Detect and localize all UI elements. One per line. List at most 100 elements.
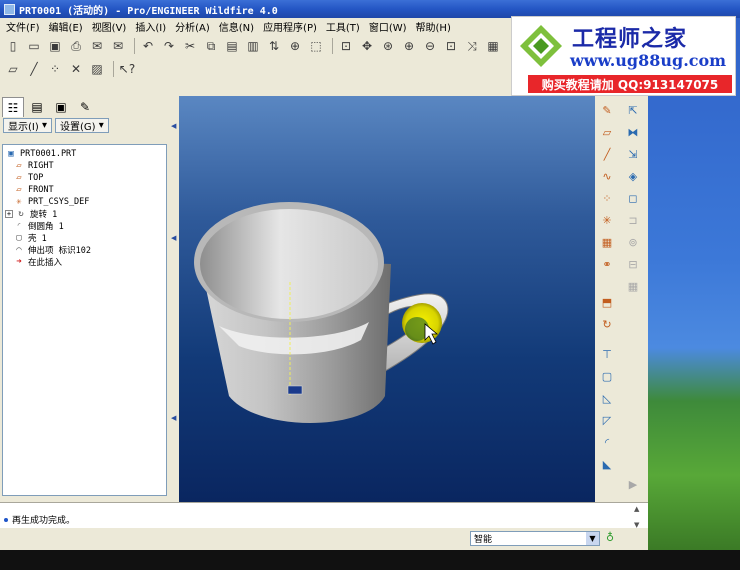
copy-icon[interactable]: ⧉	[202, 37, 220, 55]
analysis-tool-icon[interactable]: ▦	[599, 234, 615, 250]
datum-point-tool-icon[interactable]: ⁘	[599, 190, 615, 206]
zoom-out-icon[interactable]: ⊖	[421, 37, 439, 55]
sketch-tool-icon[interactable]: ✎	[599, 102, 615, 118]
print-icon[interactable]: ⎙	[67, 37, 85, 55]
saved-views-icon[interactable]: ▦	[484, 37, 502, 55]
extend-tool-icon[interactable]: ⇲	[625, 146, 641, 162]
graphics-window[interactable]	[179, 96, 595, 502]
extrude-tool-icon[interactable]: ⬒	[599, 294, 615, 310]
menu-view[interactable]: 视图(V)	[90, 19, 134, 34]
menu-file[interactable]: 文件(F)	[4, 19, 47, 34]
collapse-arrow-icon[interactable]: ◀	[171, 234, 176, 242]
model-tree-tab[interactable]: ☷	[2, 97, 24, 117]
round-tool-icon[interactable]: ◜	[599, 434, 615, 450]
favorites-tab[interactable]: ▣	[50, 97, 72, 117]
expand-toggle[interactable]: +	[5, 210, 13, 218]
taskbar	[0, 550, 740, 570]
show-dropdown[interactable]: 显示(I) ▾	[3, 118, 52, 133]
panel-splitter[interactable]: ◀ ◀ ◀	[170, 94, 178, 500]
selection-box-icon[interactable]: ⬚	[307, 37, 325, 55]
settings-label: 设置(G)	[59, 122, 96, 133]
csys-tool-icon[interactable]: ✳	[599, 212, 615, 228]
thicken-tool-icon[interactable]: ▦	[625, 278, 641, 294]
collapse-arrow-icon[interactable]: ◀	[171, 122, 176, 130]
menu-window[interactable]: 窗口(W)	[367, 19, 414, 34]
tree-item-protrusion[interactable]: ⌒ 伸出项 标识102	[5, 244, 164, 256]
tree-item-front[interactable]: ▱ FRONT	[5, 184, 164, 196]
menu-insert[interactable]: 插入(I)	[133, 19, 173, 34]
tree-item-csys[interactable]: ✳ PRT_CSYS_DEF	[5, 196, 164, 208]
solidify-tool-icon[interactable]: ⊟	[625, 256, 641, 272]
regenerate-icon[interactable]: ⇅	[265, 37, 283, 55]
menu-edit[interactable]: 编辑(E)	[47, 19, 90, 34]
shell-tool-icon[interactable]: ▢	[599, 368, 615, 384]
tree-item-insert-here[interactable]: ➜ 在此插入	[5, 256, 164, 268]
menu-help[interactable]: 帮助(H)	[414, 19, 458, 34]
collapse-arrow-icon[interactable]: ▶	[625, 476, 641, 492]
tree-item-label: 壳 1	[28, 234, 47, 244]
tree-item-right[interactable]: ▱ RIGHT	[5, 160, 164, 172]
navigator-tabs: ☷ ▤ ▣ ✎	[2, 96, 172, 118]
draft-tool-icon[interactable]: ◸	[599, 412, 615, 428]
datum-planes-display-icon[interactable]: ▱	[4, 60, 22, 78]
spin-center-icon[interactable]: ✥	[358, 37, 376, 55]
merge-tool-icon[interactable]: ⊚	[625, 234, 641, 250]
logo-mark-icon	[520, 25, 562, 67]
collapse-arrow-icon[interactable]: ◀	[171, 414, 176, 422]
hole-tool-icon[interactable]: ⊤	[599, 346, 615, 362]
network-tool-icon[interactable]: ⚭	[599, 256, 615, 272]
tree-item-shell[interactable]: ▢ 壳 1	[5, 232, 164, 244]
save-icon[interactable]: ▣	[46, 37, 64, 55]
annotation-display-icon[interactable]: ▨	[88, 60, 106, 78]
folder-browser-tab[interactable]: ▤	[26, 97, 48, 117]
cup-model-view[interactable]	[179, 96, 595, 502]
redo-icon[interactable]: ↷	[160, 37, 178, 55]
orient-mode-icon[interactable]: ⊛	[379, 37, 397, 55]
trim-tool-icon[interactable]: ⊐	[625, 212, 641, 228]
datum-axes-display-icon[interactable]: ╱	[25, 60, 43, 78]
menu-analysis[interactable]: 分析(A)	[173, 19, 217, 34]
tree-item-top[interactable]: ▱ TOP	[5, 172, 164, 184]
undo-icon[interactable]: ↶	[139, 37, 157, 55]
menu-info[interactable]: 信息(N)	[217, 19, 261, 34]
move-tool-icon[interactable]: ⇱	[625, 102, 641, 118]
email-icon[interactable]: ✉	[88, 37, 106, 55]
mirror-tool-icon[interactable]: ⧓	[625, 124, 641, 140]
tree-item-revolve[interactable]: + ↻ 旋转 1	[5, 208, 164, 220]
email-link-icon[interactable]: ✉	[109, 37, 127, 55]
revolve-tool-icon[interactable]: ↻	[599, 316, 615, 332]
datum-axis-tool-icon[interactable]: ╱	[599, 146, 615, 162]
tree-item-round[interactable]: ◜ 倒圆角 1	[5, 220, 164, 232]
datum-plane-tool-icon[interactable]: ▱	[599, 124, 615, 140]
intersect-tool-icon[interactable]: ◻	[625, 190, 641, 206]
logo-title: 工程师之家	[572, 26, 688, 52]
refit-icon[interactable]: ⊡	[442, 37, 460, 55]
reorient-icon[interactable]: ⤨	[463, 37, 481, 55]
context-help-icon[interactable]: ↖?	[118, 60, 136, 78]
datum-points-display-icon[interactable]: ⁘	[46, 60, 64, 78]
find-icon[interactable]: ⊕	[286, 37, 304, 55]
menu-tools[interactable]: 工具(T)	[324, 19, 367, 34]
repaint-icon[interactable]: ⊡	[337, 37, 355, 55]
zoom-in-icon[interactable]: ⊕	[400, 37, 418, 55]
cut-icon[interactable]: ✂	[181, 37, 199, 55]
tree-item-part[interactable]: ▣ PRT0001.PRT	[5, 148, 164, 160]
connections-tab[interactable]: ✎	[74, 97, 96, 117]
datum-curve-tool-icon[interactable]: ∿	[599, 168, 615, 184]
rib-tool-icon[interactable]: ◺	[599, 390, 615, 406]
selection-filter[interactable]: 智能 ▼	[470, 531, 600, 546]
message-line: 再生成功完成。	[4, 513, 75, 526]
paste-special-icon[interactable]: ▥	[244, 37, 262, 55]
tree-item-label: FRONT	[28, 185, 54, 195]
settings-dropdown[interactable]: 设置(G) ▾	[54, 118, 109, 133]
offset-tool-icon[interactable]: ◈	[625, 168, 641, 184]
menu-applications[interactable]: 应用程序(P)	[261, 19, 324, 34]
chamfer-tool-icon[interactable]: ◣	[599, 456, 615, 472]
paste-icon[interactable]: ▤	[223, 37, 241, 55]
chevron-down-icon[interactable]: ▼	[586, 532, 599, 545]
open-file-icon[interactable]: ▭	[25, 37, 43, 55]
csys-icon: ✳	[16, 197, 22, 207]
csys-display-icon[interactable]: ✕	[67, 60, 85, 78]
protrusion-icon: ⌒	[16, 245, 22, 255]
new-file-icon[interactable]: ▯	[4, 37, 22, 55]
